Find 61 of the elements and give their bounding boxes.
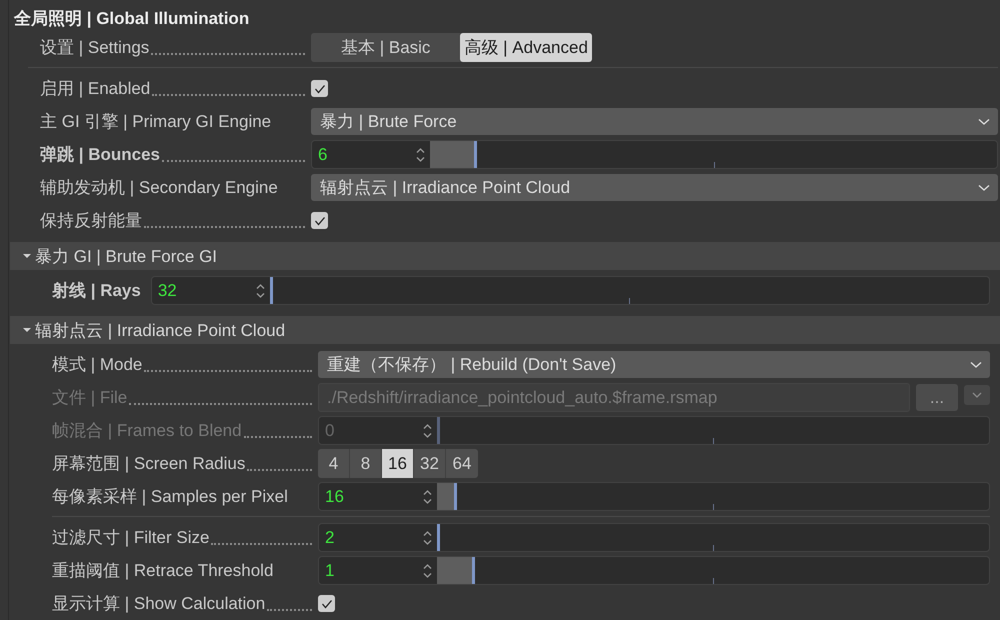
field-label: 帧混合 | Frames to Blend: [52, 420, 242, 442]
slider-control[interactable]: 2: [318, 523, 990, 552]
checkbox[interactable]: [318, 595, 335, 612]
radius-option[interactable]: 64: [446, 449, 478, 478]
slider-control[interactable]: 1: [318, 556, 990, 585]
field-label: 文件 | File: [52, 387, 128, 409]
field-label: 重描阈值 | Retrace Threshold: [52, 560, 274, 582]
section-header[interactable]: 暴力 GI | Brute Force GI: [10, 242, 1000, 270]
dropdown[interactable]: 重建（不保存） | Rebuild (Don't Save): [318, 351, 990, 378]
spinner-arrows-icon: [256, 282, 265, 298]
spinner-arrows-icon: [423, 530, 432, 546]
number-value: 32: [158, 280, 177, 300]
settings-tab[interactable]: 高级 | Advanced: [460, 33, 592, 62]
settings-tab[interactable]: 基本 | Basic: [311, 33, 460, 62]
field-label: 过滤尺寸 | Filter Size: [52, 527, 210, 549]
slider-control[interactable]: 16: [318, 482, 990, 511]
field-label: 保持反射能量: [40, 210, 142, 232]
chevron-down-icon: [972, 392, 982, 398]
section-header[interactable]: 辐射点云 | Irradiance Point Cloud: [10, 316, 1000, 344]
spinner-arrows-icon: [423, 562, 432, 578]
checkbox[interactable]: [311, 212, 328, 229]
number-value: 6: [318, 144, 328, 164]
number-value: 2: [325, 528, 334, 548]
slider-control[interactable]: 32: [150, 276, 990, 305]
triangle-down-icon: [23, 326, 31, 334]
spinner-arrows-icon: [416, 146, 425, 162]
chevron-down-icon: [978, 184, 990, 192]
number-field[interactable]: 1: [319, 557, 437, 584]
number-field[interactable]: 16: [319, 483, 437, 510]
spinner-arrows-icon: [423, 422, 432, 438]
number-field[interactable]: 2: [319, 524, 437, 551]
dropdown[interactable]: 辐射点云 | Irradiance Point Cloud: [311, 174, 998, 201]
triangle-down-icon: [23, 252, 31, 260]
field-label: 射线 | Rays: [52, 281, 141, 300]
radius-option[interactable]: 4: [318, 449, 350, 478]
number-value: 1: [325, 560, 334, 580]
field-label: 屏幕范围 | Screen Radius: [52, 453, 246, 475]
number-value: 16: [325, 486, 344, 506]
checkmark-icon: [320, 598, 332, 608]
dropdown[interactable]: 暴力 | Brute Force: [311, 108, 998, 135]
field-label: 模式 | Mode: [52, 354, 142, 376]
slider-control[interactable]: 6: [311, 140, 998, 169]
field-label: 主 GI 引擎 | Primary GI Engine: [40, 111, 272, 133]
field-label: 设置 | Settings: [40, 37, 150, 59]
number-field[interactable]: 6: [312, 141, 430, 168]
number-value: 0: [325, 420, 334, 440]
checkbox[interactable]: [311, 80, 328, 97]
radius-option[interactable]: 32: [414, 449, 446, 478]
field-label: 辅助发动机 | Secondary Engine: [40, 177, 278, 199]
chevron-down-icon: [970, 360, 982, 368]
field-label: 弹跳 | Bounces: [40, 144, 160, 166]
radius-option[interactable]: 16: [382, 449, 414, 478]
field-label: 启用 | Enabled: [40, 78, 150, 100]
field-label: 每像素采样 | Samples per Pixel: [52, 486, 288, 508]
spinner-arrows-icon: [423, 488, 432, 504]
panel-title: 全局照明 | Global Illumination: [12, 8, 250, 30]
checkmark-icon: [314, 84, 326, 94]
field-label: 显示计算 | Show Calculation: [52, 593, 266, 615]
chevron-down-icon: [978, 118, 990, 126]
number-field[interactable]: 32: [152, 277, 270, 304]
checkmark-icon: [314, 216, 326, 226]
